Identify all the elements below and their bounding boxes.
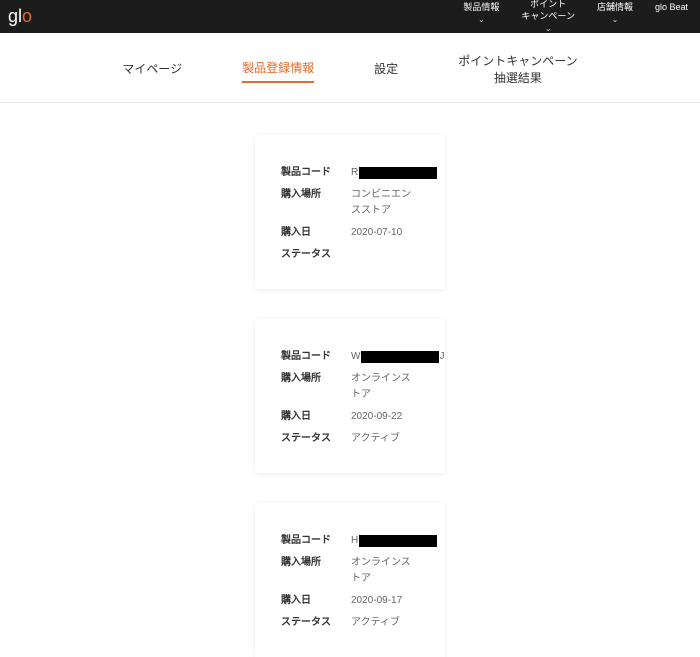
top-nav: glo 製品情報 ⌄ ポイント キャンペーン ⌄ 店舗情報 ⌄ glo Beat	[0, 0, 700, 33]
chevron-down-icon: ⌄	[612, 15, 619, 25]
label-code: 製品コード	[281, 165, 351, 181]
value-place: コンビニエンスストア	[351, 187, 419, 219]
label-place: 購入場所	[281, 371, 351, 403]
redacted-mask	[359, 535, 437, 547]
tab-settings[interactable]: 設定	[374, 61, 398, 82]
redacted-mask	[359, 167, 437, 179]
logo-g: g	[8, 6, 18, 27]
value-date: 2020-09-17	[351, 593, 419, 609]
label-code: 製品コード	[281, 349, 351, 365]
value-status	[351, 247, 419, 263]
chevron-down-icon: ⌄	[478, 15, 485, 25]
label-place: 購入場所	[281, 187, 351, 219]
label-date: 購入日	[281, 409, 351, 425]
logo-o: o	[22, 6, 32, 27]
value-place: オンラインストア	[351, 371, 419, 403]
code-prefix: H	[351, 533, 358, 549]
nav-stores[interactable]: 店舗情報 ⌄	[597, 0, 633, 25]
code-suffix: J	[439, 349, 444, 365]
label-status: ステータス	[281, 247, 351, 263]
code-prefix: W	[351, 349, 360, 365]
label-status: ステータス	[281, 431, 351, 447]
value-code: R	[351, 165, 437, 181]
product-card: 製品コード R 購入場所 コンビニエンスストア 購入日 2020-07-10 ス…	[255, 135, 445, 289]
nav-points[interactable]: ポイント キャンペーン ⌄	[521, 0, 575, 34]
chevron-down-icon: ⌄	[545, 24, 552, 34]
value-date: 2020-07-10	[351, 225, 419, 241]
label-code: 製品コード	[281, 533, 351, 549]
code-prefix: R	[351, 165, 358, 181]
label-place: 購入場所	[281, 555, 351, 587]
primary-nav: 製品情報 ⌄ ポイント キャンペーン ⌄ 店舗情報 ⌄ glo Beat	[463, 0, 688, 34]
label-date: 購入日	[281, 593, 351, 609]
nav-products-label: 製品情報	[463, 2, 499, 14]
product-list: 製品コード R 購入場所 コンビニエンスストア 購入日 2020-07-10 ス…	[0, 103, 700, 657]
nav-points-label-1: ポイント	[530, 0, 566, 11]
tab-product-register[interactable]: 製品登録情報	[242, 60, 314, 83]
label-date: 購入日	[281, 225, 351, 241]
label-status: ステータス	[281, 615, 351, 631]
nav-beat[interactable]: glo Beat	[655, 0, 688, 14]
tab-lottery[interactable]: ポイントキャンペーン 抽選結果	[458, 53, 577, 91]
value-status: アクティブ	[351, 615, 419, 631]
value-status: アクティブ	[351, 431, 419, 447]
tab-lottery-label-1: ポイントキャンペーン	[458, 53, 577, 70]
tab-lottery-label-2: 抽選結果	[458, 70, 577, 87]
product-card: 製品コード H 購入場所 オンラインストア 購入日 2020-09-17 ステー…	[255, 503, 445, 657]
nav-stores-label: 店舗情報	[597, 2, 633, 14]
value-code: WJ	[351, 349, 444, 365]
nav-products[interactable]: 製品情報 ⌄	[463, 0, 499, 25]
value-date: 2020-09-22	[351, 409, 419, 425]
nav-beat-label: glo Beat	[655, 2, 688, 14]
product-card: 製品コード WJ 購入場所 オンラインストア 購入日 2020-09-22 ステ…	[255, 319, 445, 473]
brand-logo[interactable]: glo	[8, 6, 32, 27]
tab-mypage[interactable]: マイページ	[122, 61, 182, 82]
account-tabs: マイページ 製品登録情報 設定 ポイントキャンペーン 抽選結果	[0, 33, 700, 103]
value-place: オンラインストア	[351, 555, 419, 587]
redacted-mask	[361, 351, 439, 363]
nav-points-label-2: キャンペーン	[521, 11, 575, 23]
value-code: H	[351, 533, 437, 549]
